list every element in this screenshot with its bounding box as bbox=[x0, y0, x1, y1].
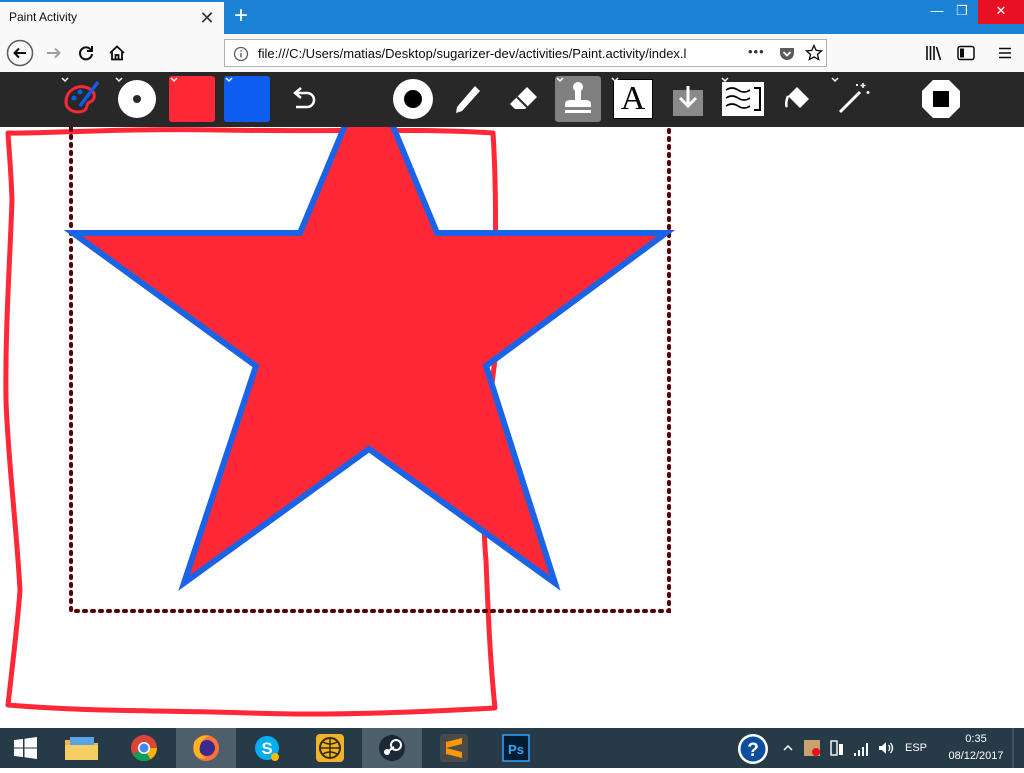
pencil-button[interactable] bbox=[445, 76, 491, 122]
taskbar-browser-globe[interactable] bbox=[300, 728, 360, 768]
chevron-down-icon bbox=[225, 77, 233, 83]
info-icon[interactable] bbox=[233, 46, 249, 62]
svg-text:S: S bbox=[261, 739, 272, 758]
taskbar-skype[interactable]: S bbox=[238, 728, 298, 768]
text-tool-icon: A bbox=[613, 79, 653, 119]
brush-dot-icon bbox=[393, 79, 433, 119]
color-stroke-button[interactable] bbox=[224, 76, 270, 122]
chevron-down-icon bbox=[170, 77, 178, 83]
size-button[interactable] bbox=[114, 76, 160, 122]
paint-toolbar: A bbox=[0, 72, 1024, 127]
taskbar-photoshop[interactable]: Ps bbox=[486, 728, 546, 768]
download-arrow-icon bbox=[673, 86, 703, 116]
hamburger-menu-icon[interactable] bbox=[997, 45, 1013, 61]
volume-icon[interactable] bbox=[877, 739, 895, 757]
chevron-down-icon bbox=[556, 77, 564, 83]
clock-date[interactable]: 08/12/2017 bbox=[946, 750, 1006, 762]
eraser-button[interactable] bbox=[500, 76, 546, 122]
bucket-button[interactable] bbox=[775, 76, 821, 122]
pencil-icon bbox=[456, 86, 480, 113]
forward-arrow-icon bbox=[47, 47, 61, 59]
taskbar-file-explorer[interactable] bbox=[52, 728, 112, 768]
windows-taskbar: S Ps ? bbox=[0, 728, 1024, 768]
tab-paint-activity[interactable]: Paint Activity ✕ bbox=[0, 2, 224, 34]
globe-icon bbox=[316, 734, 344, 762]
new-tab-button[interactable]: + bbox=[228, 4, 254, 30]
stamp-button[interactable] bbox=[555, 76, 601, 122]
navigation-bar: file:///C:/Users/matias/Desktop/sugarize… bbox=[0, 34, 1024, 73]
sublime-text-icon bbox=[440, 734, 468, 762]
clock-time[interactable]: 0:35 bbox=[946, 733, 1006, 745]
drawing-canvas[interactable] bbox=[0, 127, 1024, 728]
url-text: file:///C:/Users/matias/Desktop/sugarize… bbox=[258, 46, 687, 61]
svg-text:?: ? bbox=[747, 740, 759, 761]
chevron-down-icon bbox=[61, 77, 69, 83]
filters-button[interactable] bbox=[830, 76, 876, 122]
background-button[interactable] bbox=[720, 76, 766, 122]
tab-close-button[interactable]: ✕ bbox=[196, 7, 218, 29]
tab-title: Paint Activity bbox=[9, 10, 78, 24]
stop-button[interactable] bbox=[918, 76, 964, 122]
input-language[interactable]: ESP bbox=[905, 742, 927, 754]
chevron-down-icon bbox=[115, 77, 123, 83]
bookmark-star-icon[interactable] bbox=[805, 44, 823, 62]
start-button[interactable] bbox=[0, 728, 50, 768]
skype-icon: S bbox=[255, 736, 279, 761]
text-tool-glyph: A bbox=[620, 80, 646, 117]
undo-icon bbox=[293, 87, 316, 109]
text-button[interactable]: A bbox=[610, 76, 656, 122]
chevron-down-icon bbox=[831, 77, 839, 83]
forward-button[interactable] bbox=[40, 39, 68, 67]
insert-image-button[interactable] bbox=[665, 76, 711, 122]
sidebar-icon[interactable] bbox=[957, 45, 975, 61]
color-fill-button[interactable] bbox=[169, 76, 215, 122]
chevron-down-icon bbox=[611, 77, 619, 83]
page-actions-button[interactable]: ••• bbox=[748, 44, 765, 59]
reload-icon bbox=[79, 46, 93, 61]
star-shape[interactable] bbox=[63, 127, 676, 591]
address-bar[interactable]: file:///C:/Users/matias/Desktop/sugarize… bbox=[224, 39, 827, 67]
folder-icon bbox=[65, 737, 98, 760]
back-button[interactable] bbox=[6, 39, 34, 67]
photoshop-icon: Ps bbox=[502, 734, 530, 762]
taskbar-sublime-text[interactable] bbox=[424, 728, 484, 768]
reload-button[interactable] bbox=[72, 39, 100, 67]
steam-icon bbox=[379, 735, 405, 761]
firefox-icon bbox=[193, 735, 219, 761]
taskbar-steam[interactable] bbox=[362, 728, 422, 768]
window-close-button[interactable]: ✕ bbox=[978, 0, 1024, 24]
pocket-icon[interactable] bbox=[778, 45, 796, 63]
back-arrow-icon bbox=[6, 39, 34, 67]
show-hidden-icons-chevron-icon[interactable] bbox=[782, 742, 794, 754]
taskbar-firefox[interactable] bbox=[176, 728, 236, 768]
chevron-down-icon bbox=[721, 77, 729, 83]
paint-bucket-icon bbox=[784, 87, 809, 108]
taskbar-chrome[interactable] bbox=[114, 728, 174, 768]
eraser-icon bbox=[510, 87, 537, 109]
svg-text:Ps: Ps bbox=[508, 742, 524, 757]
network-signal-icon[interactable] bbox=[853, 739, 871, 757]
home-button[interactable] bbox=[103, 39, 131, 67]
undo-button[interactable] bbox=[280, 76, 326, 122]
canvas-drawing bbox=[3, 127, 676, 717]
chrome-icon bbox=[131, 735, 158, 762]
help-icon[interactable]: ? bbox=[737, 733, 769, 765]
stop-icon bbox=[922, 80, 960, 118]
device-icon[interactable] bbox=[829, 739, 845, 757]
browser-tab-strip: Paint Activity ✕ + — ❐ ✕ bbox=[0, 0, 1024, 34]
home-icon bbox=[109, 45, 125, 61]
windows-logo-icon bbox=[14, 737, 37, 759]
activity-button[interactable] bbox=[60, 76, 106, 122]
show-desktop-strip[interactable] bbox=[1012, 728, 1024, 768]
restore-button[interactable]: ❐ bbox=[947, 0, 977, 24]
library-icon[interactable] bbox=[925, 45, 943, 61]
brush-size-button[interactable] bbox=[390, 76, 436, 122]
tray-app-icon[interactable] bbox=[803, 739, 821, 757]
